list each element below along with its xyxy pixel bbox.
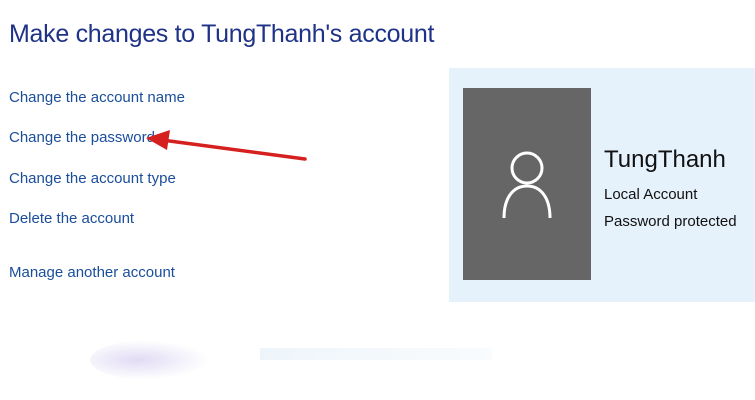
user-accounts-page: Make changes to TungThanh's account Chan… bbox=[0, 0, 755, 400]
blurred-background-artifact bbox=[90, 340, 210, 380]
user-silhouette-icon bbox=[502, 151, 552, 219]
account-status-label: Password protected bbox=[604, 213, 737, 230]
change-password-link[interactable]: Change the password bbox=[9, 129, 155, 146]
page-title: Make changes to TungThanh's account bbox=[9, 20, 435, 48]
change-account-type-link[interactable]: Change the account type bbox=[9, 170, 176, 187]
change-account-name-link[interactable]: Change the account name bbox=[9, 89, 185, 106]
manage-another-account-link[interactable]: Manage another account bbox=[9, 264, 175, 281]
account-name: TungThanh bbox=[604, 146, 726, 173]
faint-background-bar bbox=[260, 348, 492, 360]
account-info-panel: TungThanh Local Account Password protect… bbox=[449, 68, 755, 302]
account-type-label: Local Account bbox=[604, 186, 698, 203]
delete-account-link[interactable]: Delete the account bbox=[9, 210, 134, 227]
avatar bbox=[463, 88, 591, 280]
red-arrow-annotation-icon bbox=[146, 130, 307, 161]
